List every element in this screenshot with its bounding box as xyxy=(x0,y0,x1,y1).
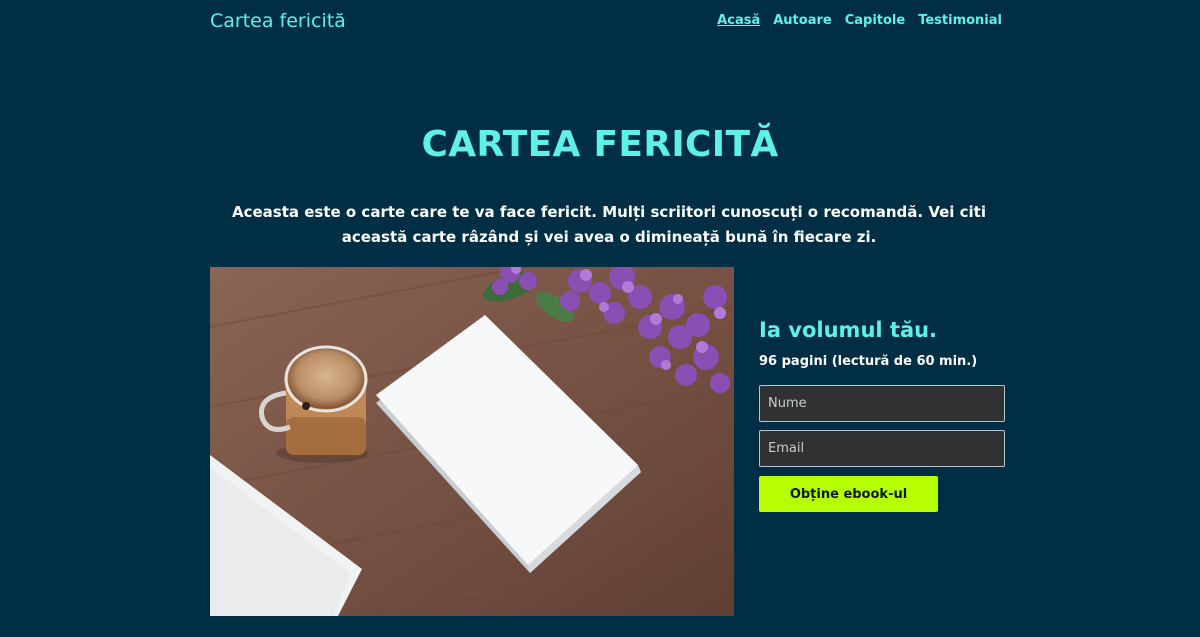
nav-link-author[interactable]: Autoare xyxy=(773,13,831,28)
email-input[interactable] xyxy=(759,430,1005,467)
nav-link-home[interactable]: Acasă xyxy=(717,13,760,28)
hero-photo xyxy=(210,267,734,616)
site-header: Cartea fericită Acasă Autoare Capitole T… xyxy=(0,0,1200,44)
nav-link-testimonial[interactable]: Testimonial xyxy=(918,13,1002,28)
book-length-info: 96 pagini (lectură de 60 min.) xyxy=(759,354,978,369)
signup-heading: Ia volumul tău. xyxy=(759,318,938,342)
main-nav: Acasă Autoare Capitole Testimonial xyxy=(717,13,1002,28)
brand-logo[interactable]: Cartea fericită xyxy=(210,10,346,32)
get-ebook-button[interactable]: Obține ebook-ul xyxy=(759,476,938,512)
signup-panel: Ia volumul tău. 96 pagini (lectură de 60… xyxy=(759,318,1005,512)
nav-link-chapters[interactable]: Capitole xyxy=(845,13,906,28)
hero-title: CARTEA FERICITĂ xyxy=(421,124,779,165)
name-input[interactable] xyxy=(759,385,1005,422)
hero-description: Aceasta este o carte care te va face fer… xyxy=(232,203,986,246)
